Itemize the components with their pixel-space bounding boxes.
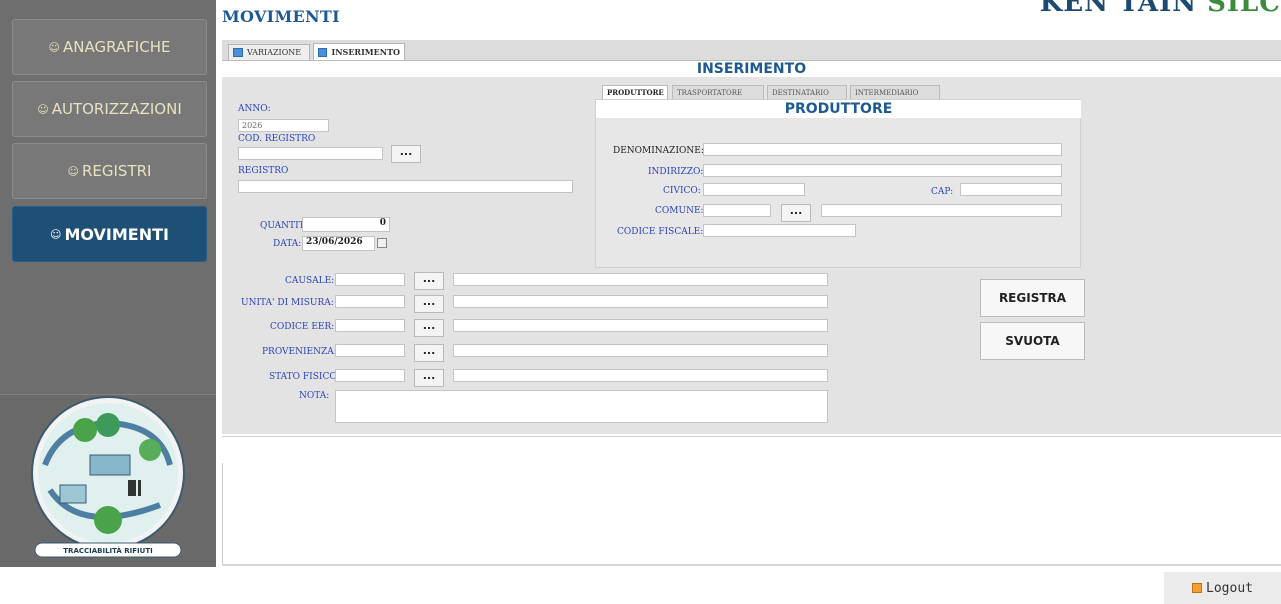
logout-button[interactable]: Logout (1164, 572, 1281, 604)
registro-label: REGISTRO (238, 166, 289, 176)
tab-variazione[interactable]: VARIAZIONE (228, 44, 310, 60)
section-title: INSERIMENTO (222, 61, 1281, 77)
page-title: MOVIMENTI (222, 7, 340, 26)
produttore-title: PRODUTTORE (596, 100, 1081, 118)
codice-fiscale-label: CODICE FISCALE: (617, 227, 704, 237)
denominazione-field[interactable] (703, 143, 1062, 156)
causale-code-field[interactable] (335, 273, 405, 286)
unita-code-field[interactable] (335, 295, 405, 308)
causale-label: CAUSALE: (285, 276, 335, 286)
logo-caption: TRACCIABILITÀ RIFIUTI (63, 546, 152, 555)
nav-movimenti-button[interactable]: ☺ MOVIMENTI (12, 206, 207, 262)
logout-icon (1192, 583, 1203, 593)
unita-lookup-button[interactable]: ... (414, 295, 444, 313)
bottom-area (222, 463, 1281, 566)
tab-destinatario[interactable]: DESTINATARIO (767, 85, 847, 99)
tab-intermediario[interactable]: INTERMEDIARIO (850, 85, 940, 99)
indirizzo-field[interactable] (703, 164, 1062, 177)
logo-area: TRACCIABILITÀ RIFIUTI (0, 394, 216, 567)
tab-label: INSERIMENTO (331, 47, 400, 57)
denominazione-label: DENOMINAZIONE: (613, 146, 704, 156)
codice-eer-lookup-button[interactable]: ... (414, 319, 444, 337)
svuota-button[interactable]: SVUOTA (980, 322, 1085, 360)
cod-registro-field[interactable] (238, 147, 383, 160)
user-icon: ☺ (49, 227, 62, 241)
data-label: DATA: (273, 239, 302, 249)
calendar-icon[interactable] (377, 238, 387, 248)
stato-fisico-label: STATO FISICO: (269, 372, 340, 382)
causale-desc-field[interactable] (453, 273, 828, 286)
recycling-logo: TRACCIABILITÀ RIFIUTI (31, 396, 185, 558)
brand-suffix: SILC (1207, 0, 1281, 18)
registro-field[interactable] (238, 180, 573, 193)
footer-divider (222, 564, 1281, 566)
codice-eer-label: CODICE EER: (270, 322, 335, 332)
provenienza-desc-field[interactable] (453, 344, 828, 357)
brand-logo: KEN TAIN SILC (1040, 0, 1281, 18)
civico-field[interactable] (703, 183, 805, 196)
status-bar (222, 436, 1281, 464)
unita-label: UNITA' DI MISURA: (241, 298, 334, 308)
user-icon: ☺ (48, 40, 60, 54)
anno-field[interactable]: 2026 (238, 119, 329, 132)
tab-trasportatore[interactable]: TRASPORTATORE (672, 85, 764, 99)
stato-fisico-code-field[interactable] (335, 369, 405, 382)
nav-anagrafiche-button[interactable]: ☺ ANAGRAFICHE (12, 19, 207, 75)
comune-name-field[interactable] (821, 204, 1062, 217)
anno-label: ANNO: (238, 104, 271, 114)
logout-label: Logout (1206, 580, 1253, 596)
tab-label: VARIAZIONE (247, 48, 302, 57)
document-icon (318, 47, 328, 57)
tab-produttore[interactable]: PRODUTTORE (602, 85, 668, 99)
provenienza-code-field[interactable] (335, 344, 405, 357)
nav-label: MOVIMENTI (64, 224, 169, 244)
brand-prefix: KEN TAIN (1039, 0, 1198, 18)
nav-label: AUTORIZZAZIONI (51, 100, 182, 118)
indirizzo-label: INDIRIZZO: (648, 167, 704, 177)
nav-label: ANAGRAFICHE (63, 38, 171, 56)
cod-registro-lookup-button[interactable]: ... (391, 145, 421, 163)
data-field[interactable]: 23/06/2026 (302, 236, 375, 251)
nav-registri-button[interactable]: ☺ REGISTRI (12, 143, 207, 199)
unita-desc-field[interactable] (453, 295, 828, 308)
stato-fisico-desc-field[interactable] (453, 369, 828, 382)
nav-autorizzazioni-button[interactable]: ☺ AUTORIZZAZIONI (12, 81, 207, 137)
comune-code-field[interactable] (703, 204, 771, 217)
comune-lookup-button[interactable]: ... (781, 204, 811, 222)
civico-label: CIVICO: (663, 186, 701, 196)
comune-label: COMUNE: (655, 206, 704, 216)
nota-textarea[interactable] (335, 390, 828, 423)
nota-label: NOTA: (299, 391, 330, 401)
registra-button[interactable]: REGISTRA (980, 279, 1085, 317)
cod-registro-label: COD. REGISTRO (238, 134, 316, 144)
quantita-field[interactable]: 0 (302, 217, 390, 232)
stato-fisico-lookup-button[interactable]: ... (414, 369, 444, 387)
nav-label: REGISTRI (81, 162, 152, 180)
codice-fiscale-field[interactable] (703, 224, 856, 237)
codice-eer-desc-field[interactable] (453, 319, 828, 332)
tab-inserimento[interactable]: INSERIMENTO (313, 43, 405, 60)
provenienza-label: PROVENIENZA: (262, 347, 337, 357)
cap-field[interactable] (960, 183, 1062, 196)
codice-eer-code-field[interactable] (335, 319, 405, 332)
user-icon: ☺ (67, 164, 79, 178)
user-icon: ☺ (37, 102, 49, 116)
causale-lookup-button[interactable]: ... (414, 272, 444, 290)
provenienza-lookup-button[interactable]: ... (414, 344, 444, 362)
cap-label: CAP: (931, 187, 954, 197)
document-icon (233, 48, 243, 57)
